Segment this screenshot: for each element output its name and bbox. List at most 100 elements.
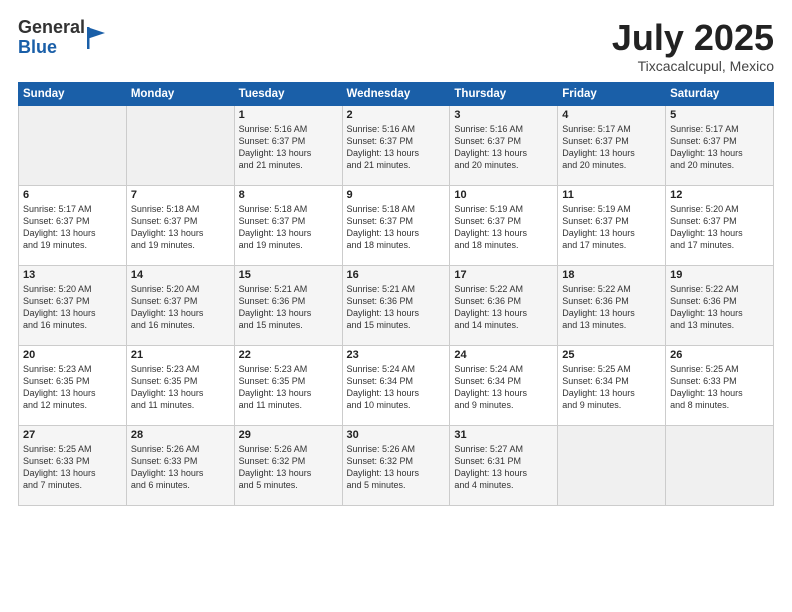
day-number: 8 xyxy=(239,189,338,201)
col-wednesday: Wednesday xyxy=(342,82,450,105)
day-number: 13 xyxy=(23,269,122,281)
day-info: Sunrise: 5:18 AM Sunset: 6:37 PM Dayligh… xyxy=(347,203,446,252)
logo-text: General Blue xyxy=(18,18,105,58)
table-row: 11 Sunrise: 5:19 AM Sunset: 6:37 PM Dayli… xyxy=(558,185,666,265)
header: General Blue July 2025 Tixcacalcupul, Me… xyxy=(18,18,774,74)
day-info: Sunrise: 5:16 AM Sunset: 6:37 PM Dayligh… xyxy=(239,123,338,172)
table-row: 27 Sunrise: 5:25 AM Sunset: 6:33 PM Dayli… xyxy=(19,425,127,505)
day-number: 11 xyxy=(562,189,661,201)
day-info: Sunrise: 5:26 AM Sunset: 6:32 PM Dayligh… xyxy=(347,443,446,492)
table-row: 23Sunrise: 5:24 AM Sunset: 6:34 PM Dayli… xyxy=(342,345,450,425)
logo-wordmark: General Blue xyxy=(18,18,85,58)
calendar-week-row: 13 Sunrise: 5:20 AM Sunset: 6:37 PM Dayli… xyxy=(19,265,774,345)
day-number: 21 xyxy=(131,349,230,361)
day-number: 29 xyxy=(239,429,338,441)
day-number: 22 xyxy=(239,349,338,361)
day-number: 4 xyxy=(562,109,661,121)
calendar-week-row: 6 Sunrise: 5:17 AM Sunset: 6:37 PM Daylig… xyxy=(19,185,774,265)
day-info: Sunrise: 5:22 AM Sunset: 6:36 PM Dayligh… xyxy=(562,283,661,332)
location: Tixcacalcupul, Mexico xyxy=(612,58,774,74)
table-row: 6 Sunrise: 5:17 AM Sunset: 6:37 PM Daylig… xyxy=(19,185,127,265)
day-number: 20 xyxy=(23,349,122,361)
table-row: 20 Sunrise: 5:23 AM Sunset: 6:35 PM Dayli… xyxy=(19,345,127,425)
col-tuesday: Tuesday xyxy=(234,82,342,105)
col-saturday: Saturday xyxy=(666,82,774,105)
calendar-week-row: 20 Sunrise: 5:23 AM Sunset: 6:35 PM Dayli… xyxy=(19,345,774,425)
table-row: 9 Sunrise: 5:18 AM Sunset: 6:37 PM Daylig… xyxy=(342,185,450,265)
table-row: 31 Sunrise: 5:27 AM Sunset: 6:31 PM Dayli… xyxy=(450,425,558,505)
table-row: 30 Sunrise: 5:26 AM Sunset: 6:32 PM Dayli… xyxy=(342,425,450,505)
table-row: 29 Sunrise: 5:26 AM Sunset: 6:32 PM Dayli… xyxy=(234,425,342,505)
day-info: Sunrise: 5:17 AM Sunset: 6:37 PM Dayligh… xyxy=(670,123,769,172)
day-info: Sunrise: 5:23 AM Sunset: 6:35 PM Dayligh… xyxy=(239,363,338,412)
day-info: Sunrise: 5:26 AM Sunset: 6:33 PM Dayligh… xyxy=(131,443,230,492)
day-info: Sunrise: 5:18 AM Sunset: 6:37 PM Dayligh… xyxy=(239,203,338,252)
day-number: 28 xyxy=(131,429,230,441)
day-number: 19 xyxy=(670,269,769,281)
table-row: 12Sunrise: 5:20 AM Sunset: 6:37 PM Dayli… xyxy=(666,185,774,265)
day-info: Sunrise: 5:24 AM Sunset: 6:34 PM Dayligh… xyxy=(454,363,553,412)
day-number: 6 xyxy=(23,189,122,201)
col-thursday: Thursday xyxy=(450,82,558,105)
table-row: 8 Sunrise: 5:18 AM Sunset: 6:37 PM Daylig… xyxy=(234,185,342,265)
day-number: 31 xyxy=(454,429,553,441)
table-row: 25 Sunrise: 5:25 AM Sunset: 6:34 PM Dayli… xyxy=(558,345,666,425)
day-number: 25 xyxy=(562,349,661,361)
calendar-table: Sunday Monday Tuesday Wednesday Thursday… xyxy=(18,82,774,506)
day-info: Sunrise: 5:23 AM Sunset: 6:35 PM Dayligh… xyxy=(23,363,122,412)
day-info: Sunrise: 5:25 AM Sunset: 6:34 PM Dayligh… xyxy=(562,363,661,412)
month-title: July 2025 xyxy=(612,18,774,58)
day-number: 3 xyxy=(454,109,553,121)
day-info: Sunrise: 5:25 AM Sunset: 6:33 PM Dayligh… xyxy=(23,443,122,492)
table-row xyxy=(126,105,234,185)
day-info: Sunrise: 5:27 AM Sunset: 6:31 PM Dayligh… xyxy=(454,443,553,492)
day-number: 7 xyxy=(131,189,230,201)
table-row: 18 Sunrise: 5:22 AM Sunset: 6:36 PM Dayli… xyxy=(558,265,666,345)
day-number: 16 xyxy=(347,269,446,281)
table-row: 7 Sunrise: 5:18 AM Sunset: 6:37 PM Daylig… xyxy=(126,185,234,265)
table-row: 1Sunrise: 5:16 AM Sunset: 6:37 PM Daylig… xyxy=(234,105,342,185)
table-row xyxy=(19,105,127,185)
table-row: 2Sunrise: 5:16 AM Sunset: 6:37 PM Daylig… xyxy=(342,105,450,185)
day-number: 18 xyxy=(562,269,661,281)
day-info: Sunrise: 5:17 AM Sunset: 6:37 PM Dayligh… xyxy=(23,203,122,252)
day-number: 17 xyxy=(454,269,553,281)
table-row: 15Sunrise: 5:21 AM Sunset: 6:36 PM Dayli… xyxy=(234,265,342,345)
day-info: Sunrise: 5:18 AM Sunset: 6:37 PM Dayligh… xyxy=(131,203,230,252)
table-row: 28 Sunrise: 5:26 AM Sunset: 6:33 PM Dayli… xyxy=(126,425,234,505)
day-number: 14 xyxy=(131,269,230,281)
calendar-week-row: 1Sunrise: 5:16 AM Sunset: 6:37 PM Daylig… xyxy=(19,105,774,185)
table-row: 14Sunrise: 5:20 AM Sunset: 6:37 PM Dayli… xyxy=(126,265,234,345)
day-number: 9 xyxy=(347,189,446,201)
table-row: 17 Sunrise: 5:22 AM Sunset: 6:36 PM Dayli… xyxy=(450,265,558,345)
day-number: 24 xyxy=(454,349,553,361)
day-number: 30 xyxy=(347,429,446,441)
table-row: 4Sunrise: 5:17 AM Sunset: 6:37 PM Daylig… xyxy=(558,105,666,185)
table-row xyxy=(666,425,774,505)
day-info: Sunrise: 5:25 AM Sunset: 6:33 PM Dayligh… xyxy=(670,363,769,412)
table-row: 13 Sunrise: 5:20 AM Sunset: 6:37 PM Dayli… xyxy=(19,265,127,345)
table-row: 3Sunrise: 5:16 AM Sunset: 6:37 PM Daylig… xyxy=(450,105,558,185)
day-number: 27 xyxy=(23,429,122,441)
day-info: Sunrise: 5:20 AM Sunset: 6:37 PM Dayligh… xyxy=(670,203,769,252)
day-info: Sunrise: 5:19 AM Sunset: 6:37 PM Dayligh… xyxy=(562,203,661,252)
table-row: 24 Sunrise: 5:24 AM Sunset: 6:34 PM Dayli… xyxy=(450,345,558,425)
day-info: Sunrise: 5:22 AM Sunset: 6:36 PM Dayligh… xyxy=(454,283,553,332)
calendar-header-row: Sunday Monday Tuesday Wednesday Thursday… xyxy=(19,82,774,105)
day-info: Sunrise: 5:21 AM Sunset: 6:36 PM Dayligh… xyxy=(239,283,338,332)
day-info: Sunrise: 5:21 AM Sunset: 6:36 PM Dayligh… xyxy=(347,283,446,332)
day-number: 2 xyxy=(347,109,446,121)
day-number: 5 xyxy=(670,109,769,121)
day-info: Sunrise: 5:22 AM Sunset: 6:36 PM Dayligh… xyxy=(670,283,769,332)
day-info: Sunrise: 5:26 AM Sunset: 6:32 PM Dayligh… xyxy=(239,443,338,492)
title-block: July 2025 Tixcacalcupul, Mexico xyxy=(612,18,774,74)
page: General Blue July 2025 Tixcacalcupul, Me… xyxy=(0,0,792,612)
day-number: 10 xyxy=(454,189,553,201)
day-info: Sunrise: 5:23 AM Sunset: 6:35 PM Dayligh… xyxy=(131,363,230,412)
day-info: Sunrise: 5:20 AM Sunset: 6:37 PM Dayligh… xyxy=(23,283,122,332)
table-row: 10Sunrise: 5:19 AM Sunset: 6:37 PM Dayli… xyxy=(450,185,558,265)
col-monday: Monday xyxy=(126,82,234,105)
table-row: 26 Sunrise: 5:25 AM Sunset: 6:33 PM Dayli… xyxy=(666,345,774,425)
table-row xyxy=(558,425,666,505)
day-number: 26 xyxy=(670,349,769,361)
